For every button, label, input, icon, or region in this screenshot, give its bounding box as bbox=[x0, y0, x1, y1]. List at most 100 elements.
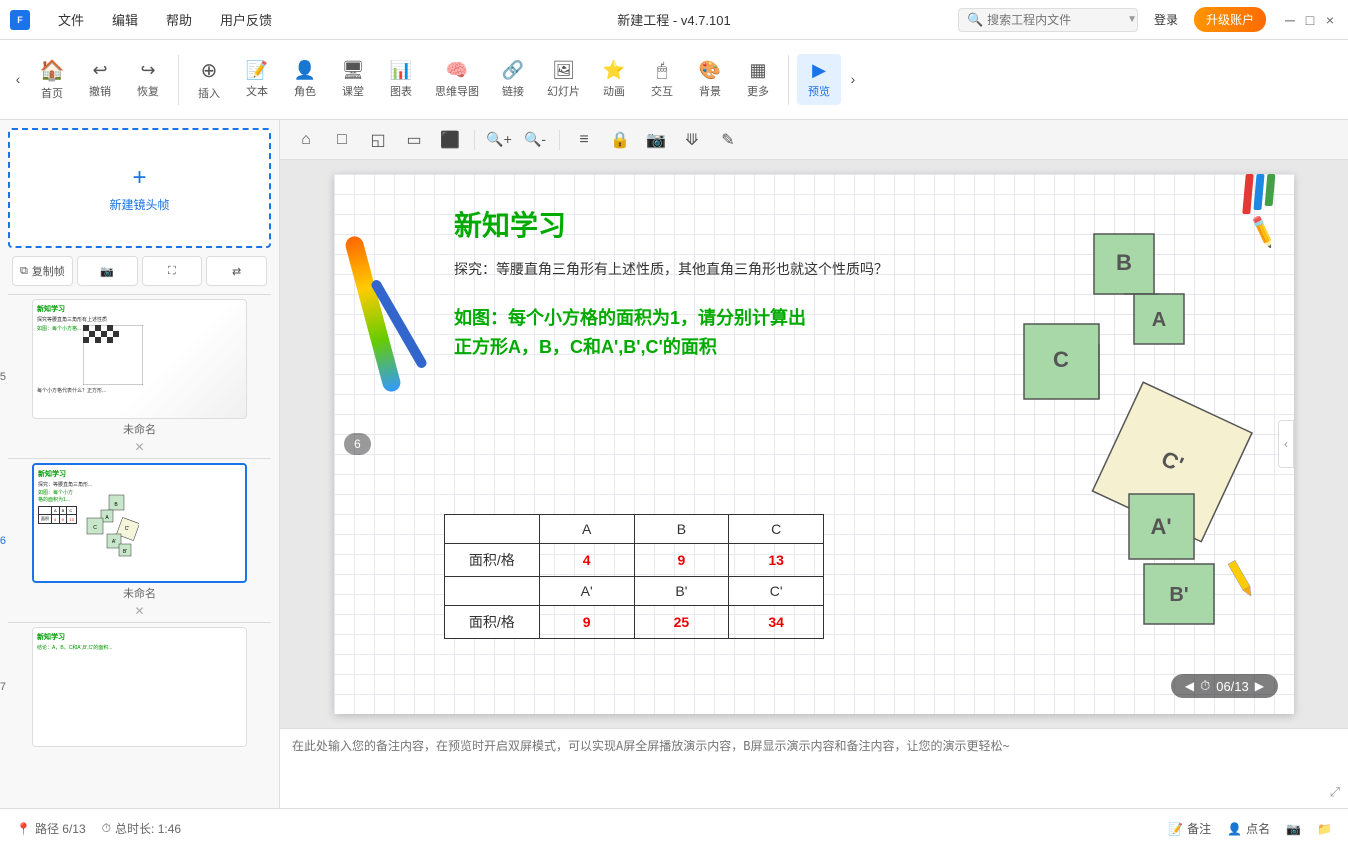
toolbar-nav-right[interactable]: › bbox=[845, 65, 861, 95]
status-notes-button[interactable]: 📝 备注 bbox=[1168, 820, 1211, 837]
slide-icon: 🖼 bbox=[552, 60, 575, 81]
slide-05-delete-icon: ✕ bbox=[134, 440, 144, 454]
upgrade-button[interactable]: 升级账户 bbox=[1194, 7, 1266, 32]
menu-edit[interactable]: 编辑 bbox=[106, 6, 144, 33]
toolbar-preview[interactable]: ▶ 预览 bbox=[797, 54, 841, 105]
menu-file[interactable]: 文件 bbox=[52, 6, 90, 33]
svg-text:B': B' bbox=[1169, 584, 1188, 606]
screenshot-button[interactable]: 📷 bbox=[77, 256, 138, 286]
fullscreen-button[interactable]: ⛶ bbox=[142, 256, 203, 286]
animation-label: 动画 bbox=[603, 83, 625, 99]
deco-flags bbox=[1244, 174, 1274, 214]
toolbar-undo[interactable]: ↩ 撤销 bbox=[78, 54, 122, 105]
notes-expand-icon[interactable]: ⤢ bbox=[1330, 784, 1340, 800]
toolbar-interact[interactable]: 🖱 交互 bbox=[640, 54, 684, 105]
table-cell-header-B: B bbox=[634, 515, 729, 544]
status-screenshot-button[interactable]: 📷 bbox=[1286, 820, 1301, 837]
svg-text:B': B' bbox=[123, 549, 127, 555]
slide-05-thumb[interactable]: 新知学习 探究等腰直角三角形有上述性质 如图：每个小方格... bbox=[32, 299, 247, 419]
slide-nav-badge[interactable]: 6 bbox=[344, 433, 371, 455]
minimize-button[interactable]: ─ bbox=[1282, 12, 1298, 28]
table-cell-B-val: 9 bbox=[634, 544, 729, 577]
layer-tool[interactable]: ⟱ bbox=[678, 126, 706, 154]
search-input[interactable] bbox=[987, 13, 1127, 27]
more-label: 更多 bbox=[747, 83, 769, 99]
redo-icon: ↪ bbox=[140, 60, 155, 81]
slide-main-text: 如图：每个小方格的面积为1，请分别计算出正方形A，B，C和A',B',C'的面积 bbox=[454, 304, 814, 362]
expand-icon: ⛶ bbox=[168, 265, 176, 278]
toolbar-nav-left[interactable]: ‹ bbox=[10, 65, 26, 95]
toolbar-link[interactable]: 🔗 链接 bbox=[491, 54, 535, 105]
toolbar-class[interactable]: 🖥 课堂 bbox=[331, 54, 375, 105]
rollcall-icon: 👤 bbox=[1227, 822, 1242, 836]
slide-05-number: 05 bbox=[0, 371, 6, 383]
toolbar-chart[interactable]: 📊 图表 bbox=[379, 54, 423, 105]
login-button[interactable]: 登录 bbox=[1146, 7, 1186, 32]
new-frame-plus-icon: + bbox=[132, 164, 146, 192]
svg-text:C: C bbox=[1053, 347, 1069, 372]
transform-button[interactable]: ⇄ bbox=[206, 256, 267, 286]
rect3-tool[interactable]: ▭ bbox=[400, 126, 428, 154]
app-title: 新建工程 - v4.7.101 bbox=[617, 10, 730, 29]
svg-text:C: C bbox=[93, 525, 97, 531]
right-panel-handle[interactable]: ‹ bbox=[1278, 420, 1294, 468]
status-rollcall-button[interactable]: 👤 点名 bbox=[1227, 820, 1270, 837]
toolbar-bg[interactable]: 🎨 背景 bbox=[688, 54, 732, 105]
counter-next-arrow[interactable]: ▶ bbox=[1255, 679, 1264, 693]
rect-tool[interactable]: □ bbox=[328, 126, 356, 154]
zoom-out-tool[interactable]: 🔍- bbox=[521, 126, 549, 154]
status-duration: ⏱ 总时长: 1:46 bbox=[102, 820, 181, 837]
screenshot-canvas-tool[interactable]: 📷 bbox=[642, 126, 670, 154]
table-cell-B2-val: 25 bbox=[634, 606, 729, 639]
close-button[interactable]: × bbox=[1322, 12, 1338, 28]
menu-help[interactable]: 帮助 bbox=[160, 6, 198, 33]
mindmap-label: 思维导图 bbox=[435, 83, 479, 99]
maximize-button[interactable]: □ bbox=[1302, 12, 1318, 28]
interact-label: 交互 bbox=[651, 83, 673, 99]
toolbar-redo[interactable]: ↪ 恢复 bbox=[126, 54, 170, 105]
table-cell-header-C2: C' bbox=[729, 577, 824, 606]
toolbar-more[interactable]: ▦ 更多 bbox=[736, 54, 780, 105]
notes-textarea[interactable] bbox=[292, 737, 1336, 800]
svg-text:A': A' bbox=[1150, 514, 1171, 539]
menu-feedback[interactable]: 用户反馈 bbox=[214, 6, 278, 33]
rect2-tool[interactable]: ◱ bbox=[364, 126, 392, 154]
role-label: 角色 bbox=[294, 83, 316, 99]
toolbar-role[interactable]: 👤 角色 bbox=[283, 54, 327, 105]
edit-tool[interactable]: ✎ bbox=[714, 126, 742, 154]
table-cell-header-A2: A' bbox=[539, 577, 634, 606]
slide-06-thumb[interactable]: 新知学习 探究：等腰直角三角形... 如图：每个小方格的面积为1... ABC … bbox=[32, 463, 247, 583]
bg-icon: 🎨 bbox=[699, 60, 721, 81]
toolbar-text[interactable]: 📝 文本 bbox=[235, 54, 279, 105]
interact-icon: 🖱 bbox=[657, 60, 668, 81]
toolbar-insert[interactable]: ⊕ 插入 bbox=[187, 52, 231, 107]
toolbar-divider-2 bbox=[788, 55, 789, 105]
path-text: 路径 6/13 bbox=[35, 820, 86, 837]
home-label: 首页 bbox=[41, 85, 63, 101]
search-icon: 🔍 bbox=[967, 12, 983, 28]
status-folder-button[interactable]: 📁 bbox=[1317, 820, 1332, 837]
toolbar-slide[interactable]: 🖼 幻灯片 bbox=[539, 54, 588, 105]
folder-icon: 📁 bbox=[1317, 822, 1332, 836]
toolbar-home[interactable]: 🏠 首页 bbox=[30, 52, 74, 107]
link-label: 链接 bbox=[502, 83, 524, 99]
search-dropdown-icon[interactable]: ▼ bbox=[1127, 14, 1137, 25]
status-right-actions: 📝 备注 👤 点名 📷 📁 bbox=[1168, 820, 1332, 837]
new-frame-button[interactable]: + 新建镜头帧 bbox=[8, 128, 271, 248]
slide-07-thumb[interactable]: 新知学习 结论：A，B，C和A',B',C'的面积... bbox=[32, 627, 247, 747]
table-cell-header-A: A bbox=[539, 515, 634, 544]
lock-tool[interactable]: 🔒 bbox=[606, 126, 634, 154]
counter-prev-arrow[interactable]: ◀ bbox=[1185, 679, 1194, 693]
copy-shape-tool[interactable]: ⬛ bbox=[436, 126, 464, 154]
align-tool[interactable]: ≡ bbox=[570, 126, 598, 154]
search-box[interactable]: 🔍 ▼ bbox=[958, 8, 1138, 32]
toolbar-animation[interactable]: ⭐ 动画 bbox=[592, 54, 636, 105]
insert-label: 插入 bbox=[198, 85, 220, 101]
toolbar-mindmap[interactable]: 🧠 思维导图 bbox=[427, 54, 487, 105]
table-cell-area-label1: 面积/格 bbox=[445, 544, 540, 577]
home-shape-tool[interactable]: ⌂ bbox=[292, 126, 320, 154]
zoom-in-tool[interactable]: 🔍+ bbox=[485, 126, 513, 154]
copy-frame-button[interactable]: ⧉ 复制帧 bbox=[12, 256, 73, 286]
role-icon: 👤 bbox=[294, 60, 316, 81]
logo-area: F bbox=[10, 10, 36, 30]
